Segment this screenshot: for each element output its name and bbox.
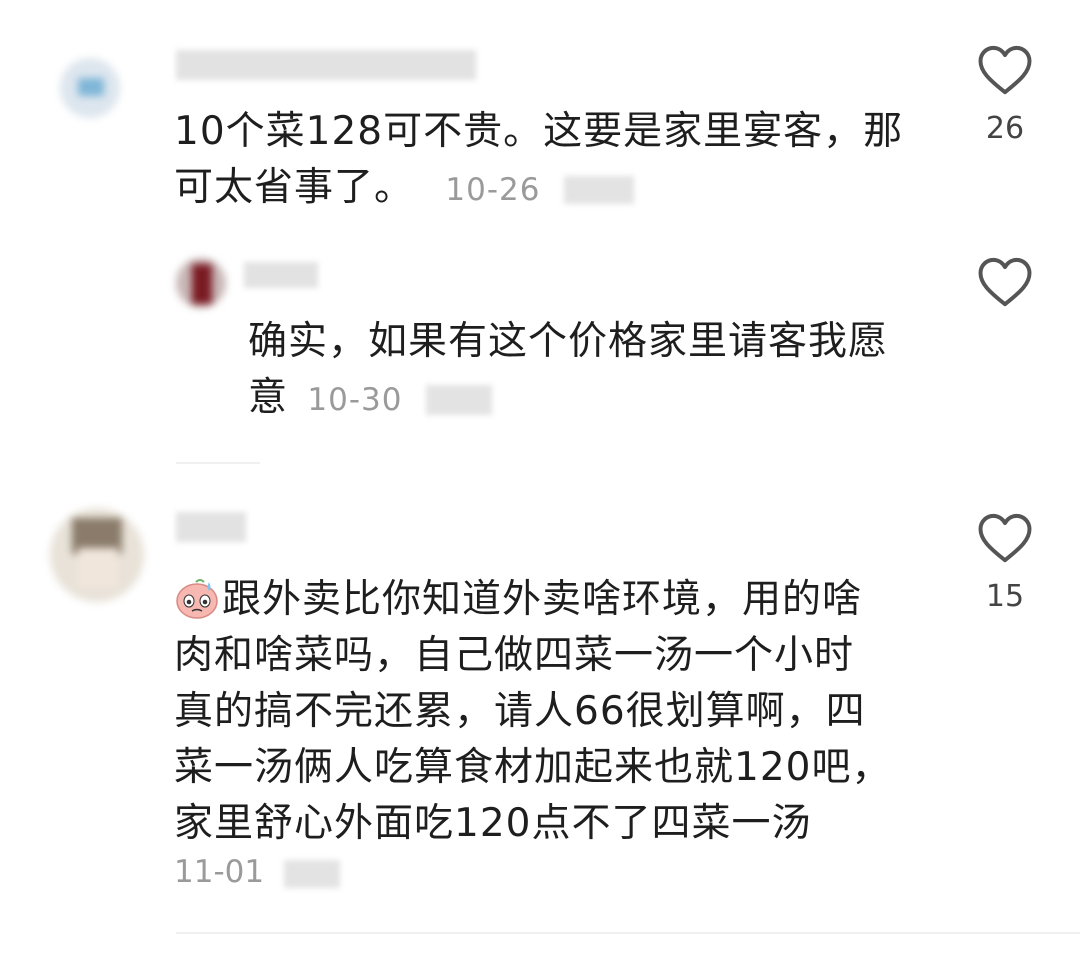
comment-date: 11-01 — [174, 854, 265, 890]
reply-avatar[interactable] — [176, 258, 226, 308]
divider — [176, 932, 1080, 934]
comment-text: 10个菜128可不贵。这要是家里宴客，那 可太省事了。 10-26 — [174, 109, 904, 210]
reply-date: 10-30 — [307, 382, 403, 418]
avatar[interactable] — [50, 508, 144, 602]
heart-outline-icon — [978, 45, 1032, 95]
location-tag — [283, 859, 340, 888]
divider — [176, 462, 260, 464]
sweat-face-emoji — [176, 579, 218, 619]
location-tag — [563, 175, 634, 204]
like-button[interactable]: 15 — [970, 512, 1040, 614]
heart-outline-icon — [978, 513, 1032, 563]
comment-text: 跟外卖比你知道外卖啥环境，用的啥 肉和啥菜吗，自己做四菜一汤一个小时 真的搞不完… — [174, 577, 892, 846]
comment-meta: 11-01 — [174, 852, 340, 892]
reply-text: 确实，如果有这个价格家里请客我愿 意 10-30 — [248, 319, 889, 420]
username[interactable] — [176, 512, 246, 542]
like-count: 15 — [985, 579, 1025, 614]
comment-date: 10-26 — [445, 172, 541, 208]
heart-outline-icon — [978, 257, 1032, 307]
username[interactable] — [176, 50, 476, 80]
like-button[interactable]: 26 — [970, 44, 1040, 146]
reply-like-button[interactable] — [970, 256, 1040, 308]
reply-username[interactable] — [244, 262, 318, 288]
reply-location-tag — [425, 384, 492, 415]
like-count: 26 — [985, 111, 1025, 146]
avatar[interactable] — [60, 58, 120, 118]
